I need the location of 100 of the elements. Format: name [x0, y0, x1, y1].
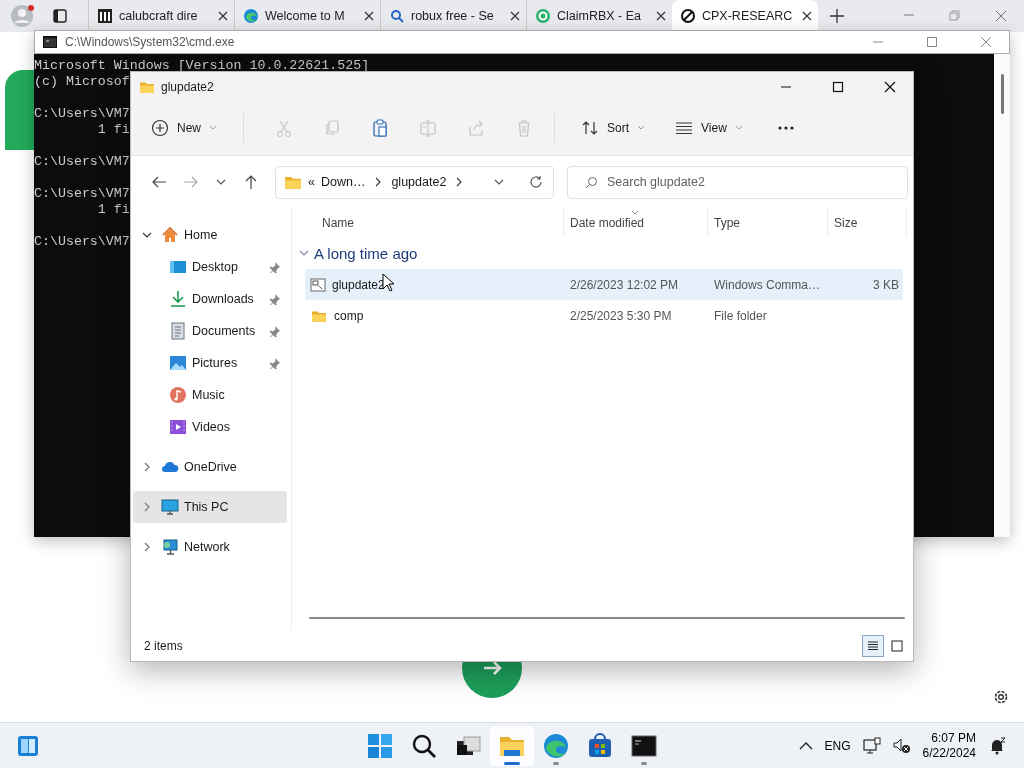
plus-circle-icon [151, 119, 169, 137]
search-icon [389, 8, 405, 24]
profile-avatar-icon[interactable] [10, 4, 34, 28]
console-icon [43, 36, 57, 48]
console-text: C:\Users\VM7 [34, 154, 130, 170]
new-tab-icon[interactable] [830, 9, 844, 23]
clipboard-icon[interactable] [371, 119, 389, 137]
caret-icon [637, 125, 646, 131]
close-icon[interactable] [510, 11, 520, 21]
refresh-icon[interactable] [529, 175, 543, 189]
console-text: C:\Users\VM7 [34, 106, 130, 122]
chevron-right-icon [456, 177, 463, 187]
nav-item[interactable]: Documents [133, 315, 287, 347]
file-name: comp [334, 308, 364, 323]
nav-item[interactable]: Music [133, 379, 287, 411]
nav-item[interactable]: OneDrive [133, 451, 287, 483]
nav-item[interactable]: Desktop [133, 251, 287, 283]
console-text: 1 fi [96, 202, 130, 218]
arrow-button[interactable] [462, 662, 522, 698]
tab-actions-icon[interactable] [52, 8, 68, 24]
window-title: glupdate2 [161, 79, 214, 94]
chevron-right-icon [375, 177, 382, 187]
nav-item[interactable]: Videos [133, 411, 287, 443]
maximize-icon[interactable] [832, 80, 844, 93]
search-field[interactable]: Search glupdate2 [567, 165, 908, 199]
lines-icon [675, 119, 694, 137]
column-header[interactable]: Name [305, 208, 564, 237]
details-view-icon[interactable] [862, 635, 884, 657]
chevron-down-icon[interactable] [215, 178, 227, 186]
tab-title: calubcraft dire [119, 9, 199, 23]
close-icon[interactable] [218, 11, 228, 21]
file-row[interactable]: comp 2/25/2023 5:30 PM File folder [305, 300, 903, 331]
tab-title: robux free - Se [411, 9, 495, 23]
download-arrow-icon [169, 290, 187, 308]
browser-tab[interactable]: CPX-RESEARC [672, 0, 818, 32]
caret-icon [734, 125, 743, 131]
speaker-muted-icon[interactable] [892, 736, 911, 755]
console-text: C:\Users\VM7 [34, 234, 130, 250]
window-title: C:\Windows\System32\cmd.exe [65, 35, 235, 49]
column-header[interactable]: Date modified [564, 208, 708, 237]
scrollbar-thumb[interactable] [309, 617, 905, 619]
monitor-icon [161, 498, 179, 516]
nav-item[interactable]: Home [133, 219, 287, 251]
picture-icon [169, 354, 187, 372]
document-icon [169, 322, 187, 340]
settings-icon[interactable] [992, 688, 1010, 706]
type-cell-text: Windows Comma… [713, 277, 822, 292]
console-text: 1 fi [96, 122, 130, 138]
video-icon [169, 418, 187, 436]
chevron-down-icon[interactable] [493, 178, 505, 186]
console-text: Microsoft Windows [Version 10.0.22621.525] [34, 58, 370, 74]
sort-arrows-icon [581, 119, 599, 137]
group-header[interactable]: A long time ago [298, 237, 913, 269]
browser-logo-icon [243, 8, 259, 24]
clock[interactable]: 6:07 PM 6/22/2024 [922, 730, 976, 761]
up-arrow-icon[interactable] [243, 174, 259, 190]
music-note-icon [169, 386, 187, 404]
nav-item[interactable]: Downloads [133, 283, 287, 315]
caret-icon [209, 125, 217, 131]
shopping-bag-icon [587, 733, 613, 759]
tab-title: Welcome to M [265, 9, 346, 23]
back-arrow-icon[interactable] [151, 174, 167, 190]
nav-item[interactable]: This PC [133, 491, 287, 523]
close-icon[interactable] [364, 11, 374, 21]
item-count: 2 items [144, 639, 183, 653]
chevron-up-icon[interactable] [798, 740, 813, 751]
tab-title: CPX-RESEARC [702, 9, 794, 23]
nav-item[interactable]: Network [133, 531, 287, 563]
address-bar[interactable]: « Down… glupdate2 [275, 165, 554, 199]
circle-logo-icon [535, 8, 551, 24]
language-indicator[interactable]: ENG [824, 738, 851, 753]
widgets-icon[interactable] [16, 733, 40, 758]
more-options-icon[interactable] [776, 125, 795, 131]
view-button[interactable]: View [665, 111, 753, 145]
new-button[interactable]: New [141, 111, 227, 145]
windows-logo-icon [367, 733, 393, 759]
nav-item[interactable]: Pictures [133, 347, 287, 379]
close-icon[interactable] [802, 11, 812, 21]
date-cell-text: 2/25/2023 5:30 PM [569, 308, 673, 323]
breadcrumb[interactable]: glupdate2 [391, 175, 447, 189]
building-icon [97, 8, 113, 24]
date-cell-text: 2/26/2023 12:02 PM [569, 277, 680, 292]
slashed-circle-icon [680, 8, 696, 24]
mouse-pointer-icon [382, 273, 394, 292]
close-icon[interactable] [884, 80, 896, 93]
scrollbar-thumb[interactable] [1001, 74, 1004, 114]
breadcrumb-overflow[interactable]: « [308, 175, 315, 189]
sort-button[interactable]: Sort [571, 111, 656, 145]
network-monitor-icon[interactable] [862, 736, 881, 755]
tab-title: ClaimRBX - Ea [557, 9, 643, 23]
network-icon [161, 538, 179, 556]
column-header[interactable]: Size [828, 208, 907, 237]
console-icon [631, 733, 657, 759]
breadcrumb[interactable]: Down… [320, 175, 366, 189]
size-cell: 3 KB [873, 277, 899, 292]
column-header[interactable]: Type [708, 208, 828, 237]
close-icon[interactable] [656, 11, 666, 21]
house-icon [161, 226, 179, 244]
type-cell-text: File folder [713, 308, 768, 323]
console-text: C:\Users\VM7 [34, 186, 130, 202]
